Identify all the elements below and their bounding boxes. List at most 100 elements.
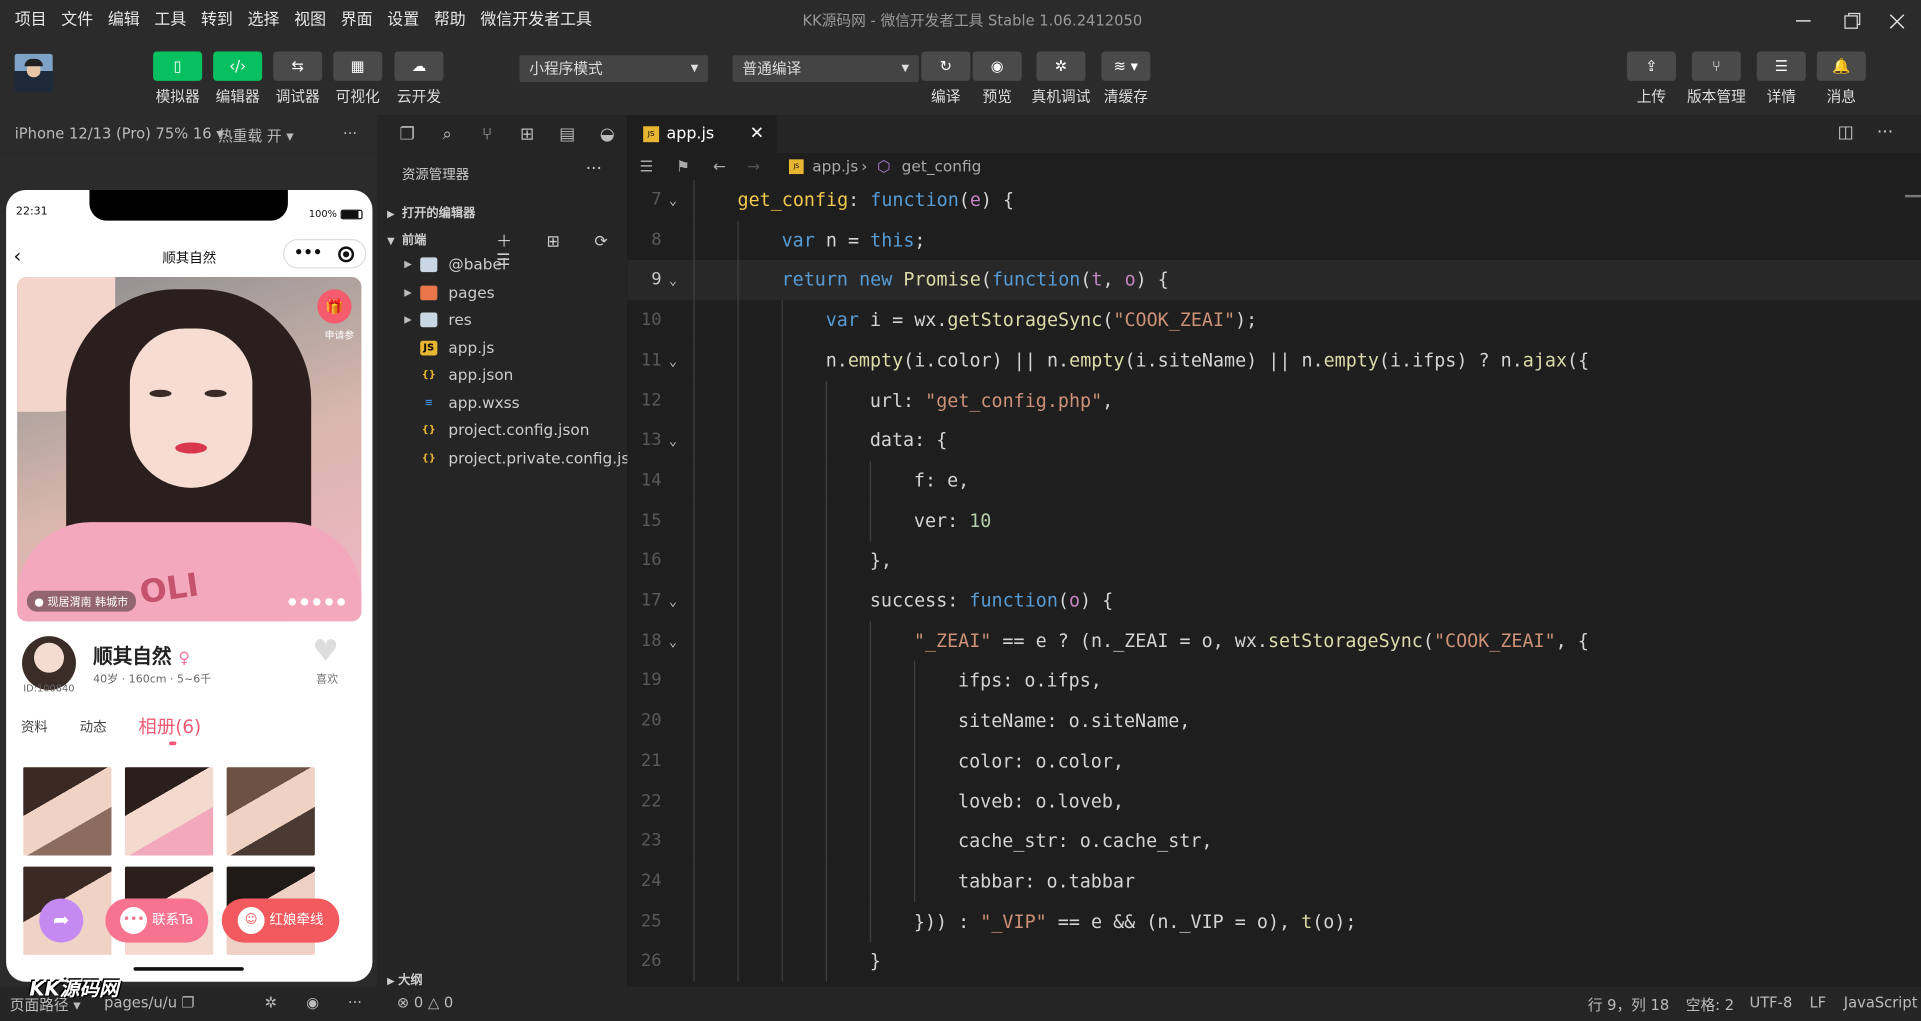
more-dots-icon[interactable]: •••: [294, 244, 322, 261]
code-line[interactable]: 23 cache_str: o.cache_str,: [627, 821, 1921, 862]
restore-button[interactable]: [1828, 0, 1877, 42]
code-line[interactable]: 7 ⌄ get_config: function(e) {: [627, 180, 1921, 221]
toolbar-menu-button[interactable]: ☰ 详情: [1756, 51, 1806, 106]
eye-icon[interactable]: ◉: [306, 994, 319, 1011]
toolbar-bug-button[interactable]: ✲ 真机调试: [1032, 51, 1090, 106]
close-window-button[interactable]: [1872, 0, 1921, 42]
plugin-icon[interactable]: ◒: [587, 124, 627, 144]
code-line[interactable]: 8 var n = this;: [627, 220, 1921, 261]
menu-item[interactable]: 文件: [54, 0, 101, 42]
status-more-icon[interactable]: ···: [348, 994, 362, 1011]
forward-arrow-icon[interactable]: →: [747, 153, 760, 180]
encoding[interactable]: UTF-8: [1749, 994, 1792, 1011]
tab-profile[interactable]: 资料: [21, 717, 48, 737]
user-avatar[interactable]: [14, 53, 53, 92]
toolbar-eye-button[interactable]: ◉ 预览: [972, 51, 1022, 106]
file-tree-item[interactable]: {} project.config.json: [377, 417, 627, 444]
compile-select[interactable]: 普通编译 ▼: [732, 55, 919, 83]
line-ending[interactable]: LF: [1809, 994, 1826, 1011]
hot-reload-toggle[interactable]: 热重载 开 ▾: [218, 125, 294, 146]
file-tree-item[interactable]: ▶ res: [377, 306, 627, 333]
share-button[interactable]: ➦: [39, 898, 84, 943]
file-tree-item[interactable]: {} project.private.config.js...: [377, 444, 644, 471]
menu-item[interactable]: 选择: [240, 0, 287, 42]
toolbar-debug-button[interactable]: ⇆ 调试器: [273, 51, 323, 106]
code-line[interactable]: 16},: [627, 540, 1921, 582]
simulator-more-button[interactable]: ···: [343, 125, 357, 142]
code-line[interactable]: 20 siteName: o.siteName,: [627, 701, 1921, 742]
code-line[interactable]: 9 ⌄ return new Promise(function(t, o) {: [627, 260, 1921, 301]
code-line[interactable]: 14 f: e,: [627, 460, 1921, 502]
menu-item[interactable]: 设置: [380, 0, 427, 42]
heart-icon[interactable]: ♥: [312, 634, 338, 668]
tab-album[interactable]: 相册(6): [138, 713, 201, 739]
file-tree-item[interactable]: ≡ app.wxss: [377, 389, 627, 416]
editor-tab-appjs[interactable]: JS app.js ✕: [627, 115, 777, 154]
toolbar-code-button[interactable]: ‹/› 编辑器: [213, 51, 263, 106]
menu-item[interactable]: 微信开发者工具: [473, 0, 599, 42]
project-section[interactable]: ▼ 前端: [387, 229, 426, 247]
storage-icon[interactable]: ▤: [547, 124, 587, 144]
fold-chevron-icon[interactable]: ⌄: [669, 180, 677, 220]
album-thumb[interactable]: [23, 767, 112, 856]
menu-item[interactable]: 编辑: [100, 0, 147, 42]
code-line[interactable]: 22 loveb: o.loveb,: [627, 781, 1921, 822]
album-thumb[interactable]: [124, 767, 214, 856]
menu-item[interactable]: 工具: [147, 0, 194, 42]
code-line[interactable]: 25})) : "_VIP" == e && (n._VIP = o), t(o…: [627, 901, 1921, 943]
indentation[interactable]: 空格: 2: [1686, 994, 1734, 1015]
bookmark-icon[interactable]: ⚑: [676, 153, 690, 180]
code-line[interactable]: 26}: [627, 941, 1921, 983]
code-line[interactable]: 17 ⌄ success: function(o) {: [627, 580, 1921, 622]
file-tree-item[interactable]: ▶ @babel: [377, 251, 627, 278]
editor-more-icon[interactable]: ···: [1877, 123, 1893, 143]
capsule-menu[interactable]: •••: [282, 239, 367, 269]
profile-photo[interactable]: OLI 🎁 申请参 ● 现居渭南 韩城市 ●●●●●: [17, 277, 362, 622]
source-control-icon[interactable]: ⑂: [467, 124, 507, 144]
toolbar-bell-button[interactable]: 🔔 消息: [1816, 51, 1866, 106]
menu-item[interactable]: 项目: [0, 0, 54, 42]
toolbar-layers-button[interactable]: ≋ ▾ 清缓存: [1101, 51, 1151, 106]
fold-chevron-icon[interactable]: ⌄: [669, 621, 677, 661]
minimize-button[interactable]: [1779, 0, 1828, 42]
toolbar-layout-button[interactable]: ▦ 可视化: [333, 51, 383, 106]
code-line[interactable]: 24 tabbar: o.tabbar: [627, 861, 1921, 902]
cursor-position[interactable]: 行 9，列 18: [1588, 994, 1670, 1015]
mode-select[interactable]: 小程序模式 ▼: [519, 55, 709, 83]
contact-button[interactable]: ••• 联系Ta: [105, 898, 209, 943]
code-line[interactable]: 19 ifps: o.ifps,: [627, 661, 1921, 702]
file-tree-item[interactable]: {} app.json: [377, 362, 627, 389]
extensions-icon[interactable]: ⊞: [507, 124, 547, 144]
code-line[interactable]: 15 ver: 10: [627, 500, 1921, 542]
toolbar-cloud-button[interactable]: ☁ 云开发: [394, 51, 444, 106]
copy-icon[interactable]: ❐: [181, 994, 194, 1011]
outline-section[interactable]: ▶ 大纲: [387, 970, 422, 987]
problems-count[interactable]: ⊗ 0 △ 0: [397, 994, 453, 1011]
gift-icon[interactable]: 🎁: [317, 289, 352, 324]
exit-mini-program-icon[interactable]: [338, 246, 355, 263]
split-editor-icon[interactable]: ◫: [1838, 123, 1854, 143]
language-mode[interactable]: JavaScript: [1844, 994, 1918, 1011]
code-line[interactable]: 10 var i = wx.getStorageSync("COOK_ZEAI")…: [627, 300, 1921, 341]
code-area[interactable]: 7 ⌄ get_config: function(e) {8 var n = this…: [627, 180, 1921, 987]
code-line[interactable]: 21 color: o.color,: [627, 741, 1921, 782]
fold-chevron-icon[interactable]: ⌄: [669, 581, 677, 621]
code-line[interactable]: 18 ⌄ "_ZEAI" == e ? (n._ZEAI = o, wx.setSt…: [627, 621, 1921, 662]
toolbar-refresh-button[interactable]: ↻ 编译: [921, 51, 971, 106]
fold-chevron-icon[interactable]: ⌄: [669, 260, 677, 300]
code-line[interactable]: 13 ⌄ data: {: [627, 420, 1921, 462]
fold-chevron-icon[interactable]: ⌄: [669, 421, 677, 461]
breadcrumb-symbol[interactable]: get_config: [902, 153, 982, 180]
bug-icon[interactable]: ✲: [265, 994, 277, 1011]
close-tab-icon[interactable]: ✕: [750, 115, 764, 153]
search-icon[interactable]: ⌕: [427, 124, 467, 144]
explorer-more-button[interactable]: ···: [586, 159, 602, 179]
menu-item[interactable]: 界面: [333, 0, 380, 42]
device-select[interactable]: iPhone 12/13 (Pro) 75% 16 ▾: [15, 125, 224, 142]
toolbar-upload-button[interactable]: ⇪ 上传: [1626, 51, 1676, 106]
file-tree-item[interactable]: ▶ pages: [377, 279, 627, 306]
file-tree-item[interactable]: JS app.js: [377, 334, 627, 361]
menu-item[interactable]: 帮助: [427, 0, 474, 42]
breadcrumb-file[interactable]: app.js: [812, 153, 858, 180]
menu-item[interactable]: 视图: [287, 0, 334, 42]
